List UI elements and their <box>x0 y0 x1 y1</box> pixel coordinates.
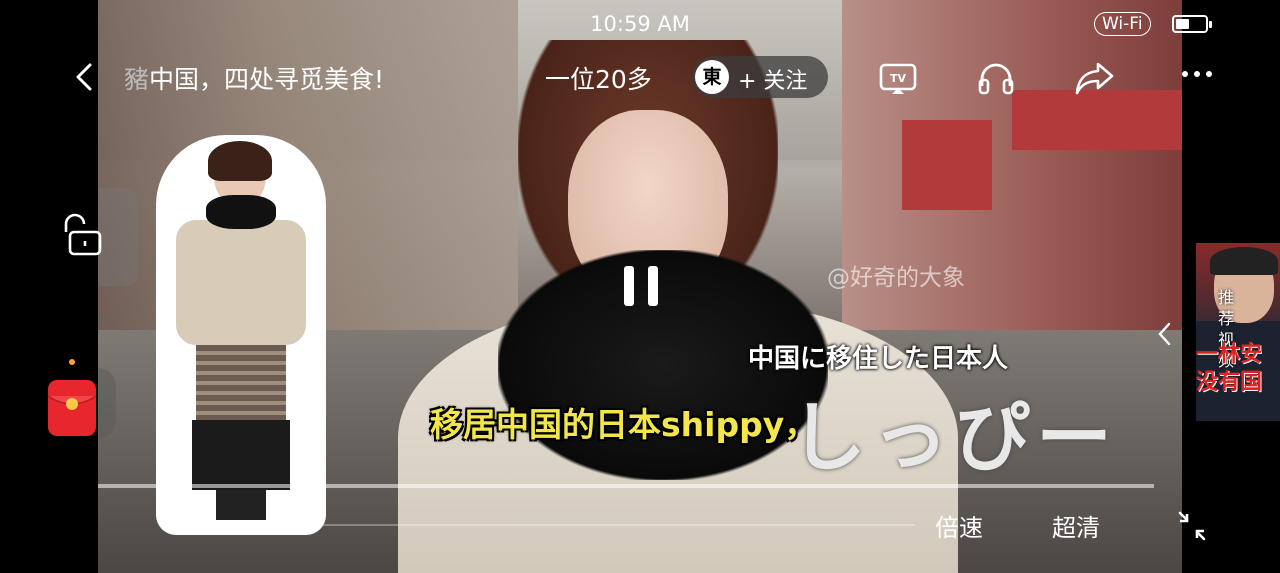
follow-label: + 关注 <box>738 69 808 94</box>
cutout-scarf <box>206 195 276 229</box>
battery-level <box>1176 19 1189 29</box>
japanese-name-caption: しっぴー <box>790 393 1118 482</box>
video-subtitle: 移居中国的日本shippy， <box>430 405 818 444</box>
cutout-coat <box>176 220 306 345</box>
recommended-video-thumbnail[interactable]: 推荐视频 一林安 没有国 <box>1196 243 1280 421</box>
more-options-icon[interactable] <box>1180 62 1214 86</box>
video-title-continued: 一位20多 <box>545 65 652 94</box>
person-cutout-sticker <box>156 135 326 535</box>
seek-track <box>250 524 915 526</box>
video-watermark: @好奇的大象 <box>827 265 965 291</box>
video-title-prefix: 豬 <box>124 65 150 94</box>
cutout-skirt <box>192 420 290 490</box>
chevron-left-icon[interactable] <box>1156 320 1174 348</box>
battery-icon <box>1172 15 1212 33</box>
japanese-caption: 中国に移住した日本人 <box>748 344 1009 374</box>
recommended-title-line2: 没有国 <box>1196 370 1263 395</box>
rec-hair <box>1210 247 1278 275</box>
red-packet-icon[interactable] <box>46 378 98 438</box>
notification-dot <box>69 359 75 365</box>
cutout-legs <box>216 490 266 520</box>
exit-fullscreen-icon[interactable] <box>1176 510 1208 542</box>
channel-avatar[interactable]: 東 <box>695 60 729 94</box>
status-time: 10:59 AM <box>590 12 690 36</box>
wifi-indicator: Wi-Fi <box>1094 12 1151 36</box>
recommended-title-line1: 一林安 <box>1196 342 1263 367</box>
share-icon[interactable] <box>1072 58 1116 98</box>
headphones-icon[interactable] <box>977 60 1015 96</box>
playback-speed-button[interactable]: 倍速 <box>935 508 983 543</box>
cutout-hair <box>208 141 272 181</box>
video-quality-button[interactable]: 超清 <box>1052 508 1100 543</box>
tv-cast-icon[interactable]: TV <box>878 60 918 96</box>
player-top-bar: 豬中国，四处寻觅美食! 一位20多 東 + 关注 TV <box>0 52 1280 102</box>
svg-text:TV: TV <box>890 72 907 85</box>
follow-button[interactable]: 東 + 关注 <box>692 56 828 98</box>
video-title-text: 中国，四处寻觅美食! <box>149 65 385 94</box>
video-title: 豬中国，四处寻觅美食! <box>124 60 384 96</box>
back-icon[interactable] <box>70 60 98 94</box>
screen-lock-icon[interactable] <box>56 210 106 260</box>
red-packet-tab <box>98 368 116 438</box>
recommended-title: 一林安 没有国 <box>1196 341 1280 397</box>
progress-bar[interactable] <box>98 484 1154 488</box>
pause-icon[interactable] <box>621 264 661 308</box>
